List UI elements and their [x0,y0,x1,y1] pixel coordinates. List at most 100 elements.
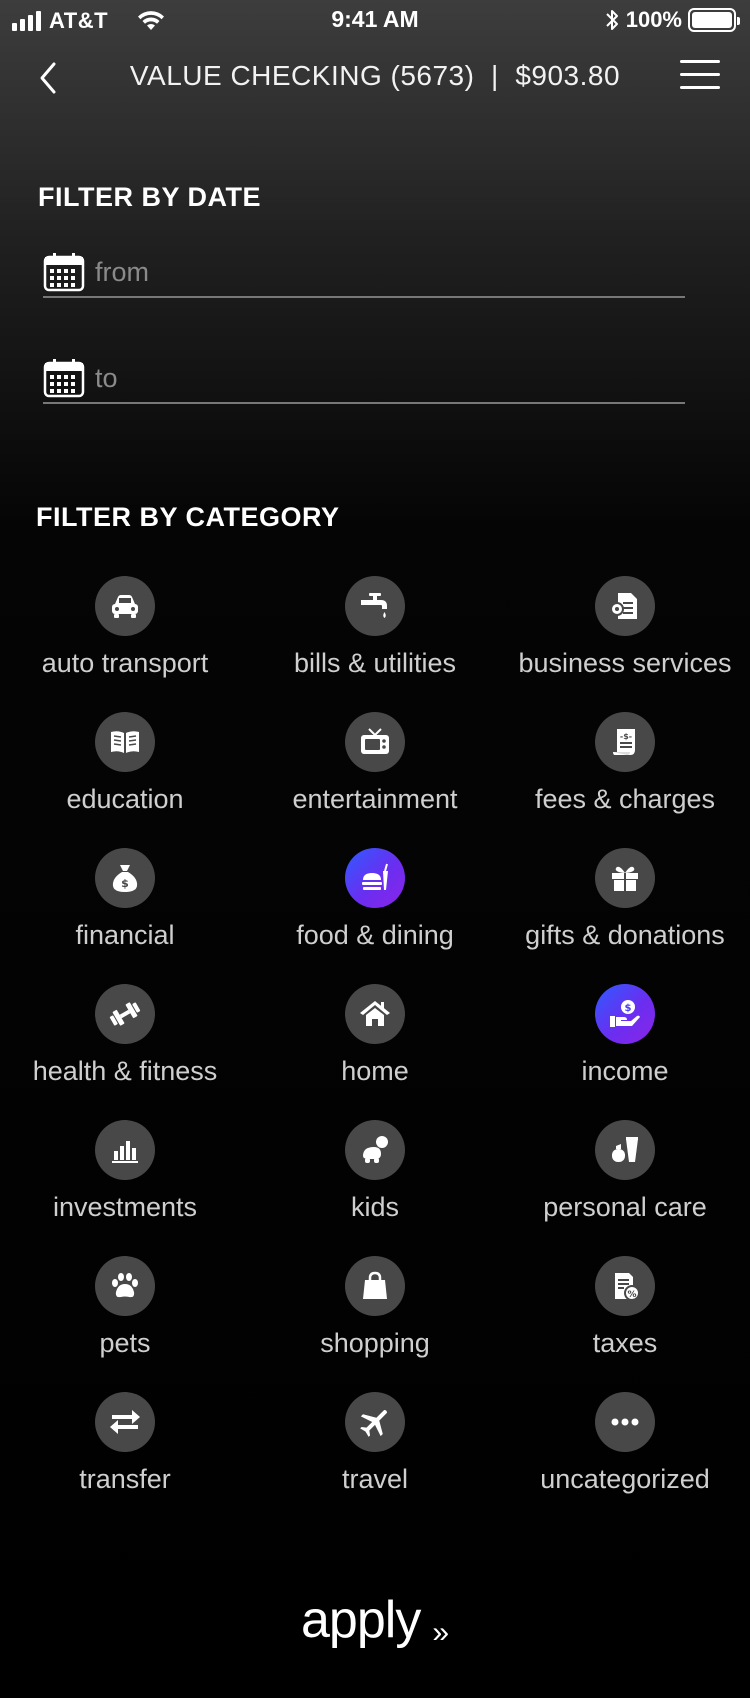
nav-bar: VALUE CHECKING (5673) | $903.80 [0,48,750,108]
category-label: business services [518,648,732,678]
from-date-input[interactable] [95,256,655,288]
status-bar: AT&T 9:41 AM 100% [0,0,750,42]
category-icon-circle [95,576,155,636]
category-label: transfer [79,1464,171,1494]
category-education[interactable]: education [0,712,250,848]
category-label: gifts & donations [525,920,725,950]
category-taxes[interactable]: % taxes [500,1256,750,1392]
svg-text:$: $ [625,1003,632,1014]
category-label: bills & utilities [293,648,457,678]
category-financial[interactable]: $ financial [0,848,250,984]
book-icon [111,731,139,753]
category-auto-transport[interactable]: auto transport [0,576,250,712]
category-icon-circle [345,1392,405,1452]
double-chevron-right-icon: » [432,1615,449,1649]
apply-button[interactable]: apply » [0,1590,750,1650]
from-date-field[interactable] [43,248,685,298]
category-icon-circle: % [595,1256,655,1316]
category-bills-utilities[interactable]: bills & utilities [250,576,500,712]
filter-by-category-title: FILTER BY CATEGORY [36,502,340,532]
svg-text:$: $ [121,877,129,890]
category-label: auto transport [41,648,209,678]
category-icon-circle [95,1256,155,1316]
category-label: pets [99,1328,151,1358]
receipt-icon: -$- [613,729,635,755]
filter-by-date-title: FILTER BY DATE [38,182,261,212]
category-label: food & dining [296,920,454,950]
business-document-icon [610,593,637,619]
car-icon [112,595,138,618]
svg-text:%: % [627,1290,636,1300]
category-icon-circle-selected [345,848,405,908]
paw-icon [112,1273,138,1298]
account-title: VALUE CHECKING (5673) | $903.80 [129,60,621,91]
category-transfer[interactable]: transfer [0,1392,250,1528]
status-right: 100% [604,7,740,33]
category-icon-circle [95,1120,155,1180]
menu-button[interactable] [680,60,720,92]
more-dots-icon [611,1418,639,1426]
category-pets[interactable]: pets [0,1256,250,1392]
category-food-dining[interactable]: food & dining [250,848,500,984]
category-grid: auto transport bills & utilities busines… [0,576,750,1528]
to-date-field[interactable] [43,354,685,404]
category-label: health & fitness [32,1056,218,1086]
personal-care-icon [612,1137,638,1162]
category-icon-circle [595,576,655,636]
category-business-services[interactable]: business services [500,576,750,712]
calendar-icon [43,253,85,292]
category-label: shopping [320,1328,430,1358]
tv-icon [361,728,389,754]
gift-icon [612,866,638,891]
category-kids[interactable]: kids [250,1120,500,1256]
tax-document-icon: % [615,1273,640,1301]
category-label: education [66,784,184,814]
bar-chart-icon [112,1141,138,1163]
category-label: financial [75,920,175,950]
category-personal-care[interactable]: personal care [500,1120,750,1256]
dumbbell-icon [109,1002,141,1026]
category-icon-circle [95,712,155,772]
menu-line [680,73,720,76]
category-icon-circle-selected: $ [595,984,655,1044]
calendar-icon [43,359,85,398]
category-travel[interactable]: travel [250,1392,500,1528]
category-label: income [581,1056,669,1086]
category-icon-circle [345,1120,405,1180]
baby-icon [363,1136,388,1163]
category-icon-circle [345,984,405,1044]
category-label: kids [350,1192,399,1222]
category-fees-charges[interactable]: -$- fees & charges [500,712,750,848]
faucet-icon [361,593,387,618]
airplane-icon [360,1409,388,1437]
category-icon-circle [345,576,405,636]
category-health-fitness[interactable]: health & fitness [0,984,250,1120]
category-label: uncategorized [540,1464,710,1494]
category-entertainment[interactable]: entertainment [250,712,500,848]
category-investments[interactable]: investments [0,1120,250,1256]
hand-coin-icon: $ [610,1000,640,1027]
category-icon-circle [95,984,155,1044]
menu-line [680,60,720,63]
category-income[interactable]: $ income [500,984,750,1120]
category-label: taxes [592,1328,658,1358]
category-icon-circle: -$- [595,712,655,772]
food-icon [362,863,388,890]
category-icon-circle [595,1392,655,1452]
category-icon-circle [595,1120,655,1180]
category-icon-circle [595,848,655,908]
category-uncategorized[interactable]: uncategorized [500,1392,750,1528]
category-shopping[interactable]: shopping [250,1256,500,1392]
category-home[interactable]: home [250,984,500,1120]
battery-icon [688,8,740,32]
category-gifts-donations[interactable]: gifts & donations [500,848,750,984]
category-label: entertainment [292,784,458,814]
money-bag-icon: $ [112,865,138,892]
category-icon-circle: $ [95,848,155,908]
to-date-input[interactable] [95,362,655,394]
battery-percentage: 100% [625,7,682,32]
apply-label: apply [301,1591,421,1649]
transfer-arrows-icon [110,1410,140,1434]
category-label: travel [341,1464,409,1494]
svg-text:-$-: -$- [620,732,632,741]
